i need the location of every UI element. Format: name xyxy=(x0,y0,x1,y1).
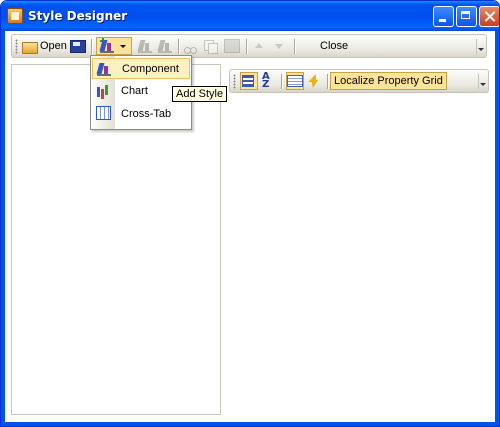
folder-open-icon xyxy=(22,41,38,54)
toolbar-grip[interactable] xyxy=(15,39,18,54)
toolbar-separator xyxy=(294,39,296,54)
toolbar-separator xyxy=(246,39,248,54)
remove-style-button[interactable] xyxy=(157,37,174,55)
properties-button[interactable] xyxy=(286,72,304,90)
close-button[interactable]: Close xyxy=(318,37,350,55)
edit-style-icon xyxy=(137,38,154,54)
localize-property-grid-button[interactable]: Localize Property Grid xyxy=(330,72,447,90)
add-style-tooltip: Add Style xyxy=(172,86,228,102)
menu-item-component[interactable]: Component xyxy=(92,58,190,79)
menu-item-label: Cross-Tab xyxy=(121,108,172,120)
toolbar-separator xyxy=(327,74,329,89)
open-button[interactable]: Open xyxy=(22,37,69,55)
crosstab-style-icon xyxy=(96,106,111,120)
categorized-icon xyxy=(241,74,257,88)
cut-button[interactable] xyxy=(184,37,200,55)
paste-icon xyxy=(224,39,240,53)
save-button[interactable] xyxy=(70,37,86,55)
toolbar-overflow-chevron[interactable] xyxy=(478,74,486,89)
style-designer-window: Style Designer Open Close A Z Localize P… xyxy=(0,0,500,427)
copy-icon xyxy=(204,39,220,54)
categorized-button[interactable] xyxy=(240,72,258,90)
add-style-button[interactable] xyxy=(96,37,132,55)
properties-icon xyxy=(287,75,303,87)
chart-style-icon xyxy=(96,83,112,99)
chevron-down-icon xyxy=(120,44,126,48)
menu-item-label: Component xyxy=(122,63,179,75)
paste-button[interactable] xyxy=(224,37,240,55)
app-icon xyxy=(7,8,23,24)
main-toolbar: Open Close xyxy=(11,34,487,58)
toolbar-overflow-chevron[interactable] xyxy=(476,39,484,54)
arrow-down-icon xyxy=(274,41,290,51)
copy-button[interactable] xyxy=(204,37,220,55)
alphabetical-button[interactable]: AZ xyxy=(260,72,278,90)
close-window-button[interactable] xyxy=(479,6,499,27)
remove-style-icon xyxy=(157,38,174,54)
open-button-label: Open xyxy=(40,40,67,52)
toolbar-separator xyxy=(281,74,283,89)
menu-item-label: Chart xyxy=(121,85,148,97)
window-title: Style Designer xyxy=(28,9,128,23)
toolbar-separator xyxy=(178,39,180,54)
close-button-label: Close xyxy=(320,40,349,52)
move-down-button[interactable] xyxy=(274,37,290,55)
property-grid-toolbar: AZ Localize Property Grid xyxy=(229,69,489,93)
edit-style-button[interactable] xyxy=(137,37,154,55)
lightning-icon xyxy=(308,74,324,88)
maximize-button[interactable] xyxy=(456,6,477,27)
add-style-icon xyxy=(99,38,116,54)
save-icon xyxy=(70,39,86,53)
title-bar[interactable]: Style Designer xyxy=(1,1,499,31)
client-area: Open Close A Z Localize Property Grid xyxy=(5,31,495,422)
scissors-icon xyxy=(184,39,200,54)
minimize-button[interactable] xyxy=(433,6,454,27)
component-style-icon xyxy=(96,61,113,77)
move-up-button[interactable] xyxy=(254,37,270,55)
menu-item-cross-tab[interactable]: Cross-Tab xyxy=(92,104,190,125)
toolbar-grip[interactable] xyxy=(233,74,236,89)
window-frame-bottom xyxy=(1,422,499,426)
events-button[interactable] xyxy=(307,72,325,90)
sort-az-icon: AZ xyxy=(262,71,270,90)
arrow-up-icon xyxy=(254,41,270,51)
window-frame-right xyxy=(495,31,499,426)
toolbar-separator xyxy=(91,39,93,54)
